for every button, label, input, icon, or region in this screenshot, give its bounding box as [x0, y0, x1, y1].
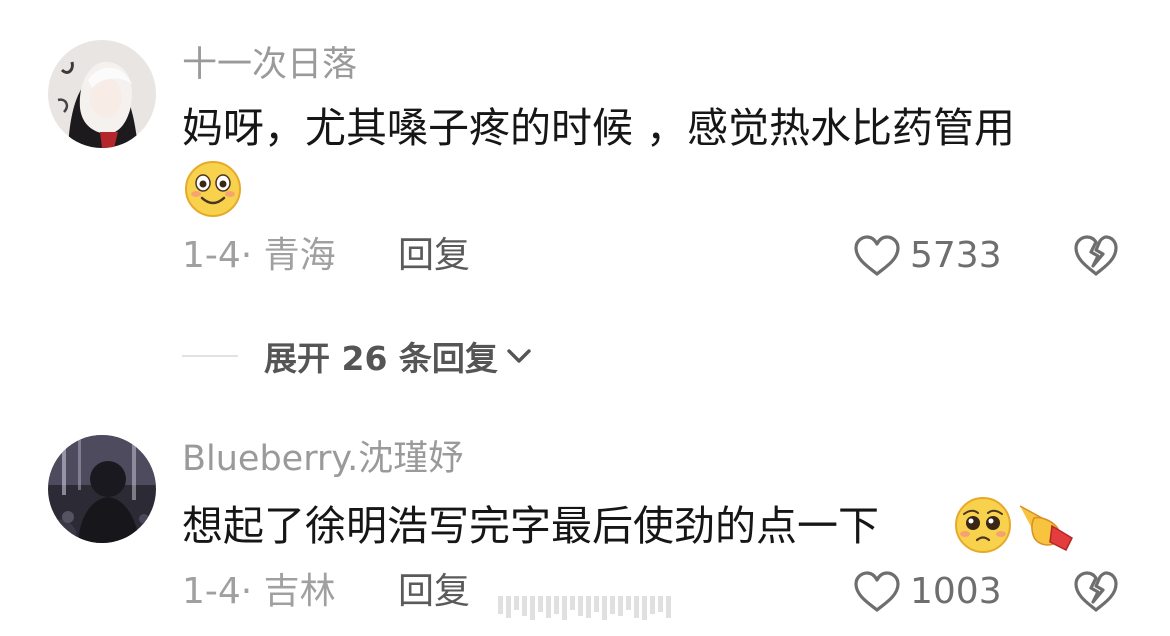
comment-item: 十一次日落 妈呀，尤其嗓子疼的时候 ，感觉热水比药管用 1-4· 青海 回复 5… [0, 0, 1170, 300]
comment-date-location: 1-4· 吉林 [182, 571, 336, 612]
expand-replies-label: 展开 26 条回复 [264, 339, 498, 378]
like-count: 1003 [910, 571, 1002, 612]
heart-outline-icon [854, 571, 900, 612]
heart-outline-icon [854, 235, 900, 276]
expand-replies-row: 展开 26 条回复 [182, 336, 534, 378]
comment-username[interactable]: Blueberry.沈瑾妤 [182, 442, 463, 477]
watermark [498, 596, 671, 620]
pointing-hand-emoji [1016, 496, 1078, 558]
broken-heart-outline-icon [1074, 235, 1118, 276]
reply-button[interactable]: 回复 [398, 574, 470, 610]
pleading-face-emoji [954, 496, 1012, 558]
like-button[interactable]: 1003 [852, 570, 1002, 614]
comment-text-body: 妈呀，尤其嗓子疼的时候 ，感觉热水比药管用 [182, 104, 1016, 152]
avatar-image [48, 40, 156, 148]
reply-button[interactable]: 回复 [398, 238, 470, 274]
comment-text-body: 想起了徐明浩写完字最后使劲的点一下 [182, 502, 879, 550]
avatar-image [48, 435, 156, 543]
avatar[interactable] [48, 40, 156, 148]
avatar[interactable] [48, 435, 156, 543]
comment-text: 妈呀，尤其嗓子疼的时候 ，感觉热水比药管用 [182, 108, 1122, 149]
comment-username[interactable]: 十一次日落 [182, 48, 357, 83]
chevron-down-icon [507, 349, 531, 363]
like-button[interactable]: 5733 [852, 234, 1002, 278]
broken-heart-outline-icon [1074, 571, 1118, 612]
like-count: 5733 [910, 235, 1002, 276]
comment-date-location: 1-4· 青海 [182, 235, 336, 276]
dislike-button[interactable] [1073, 570, 1119, 618]
expand-replies-button[interactable]: 展开 26 条回复 [264, 332, 534, 380]
dislike-button[interactable] [1073, 234, 1119, 282]
grinning-face-emoji [184, 160, 242, 222]
divider-line [182, 355, 238, 357]
